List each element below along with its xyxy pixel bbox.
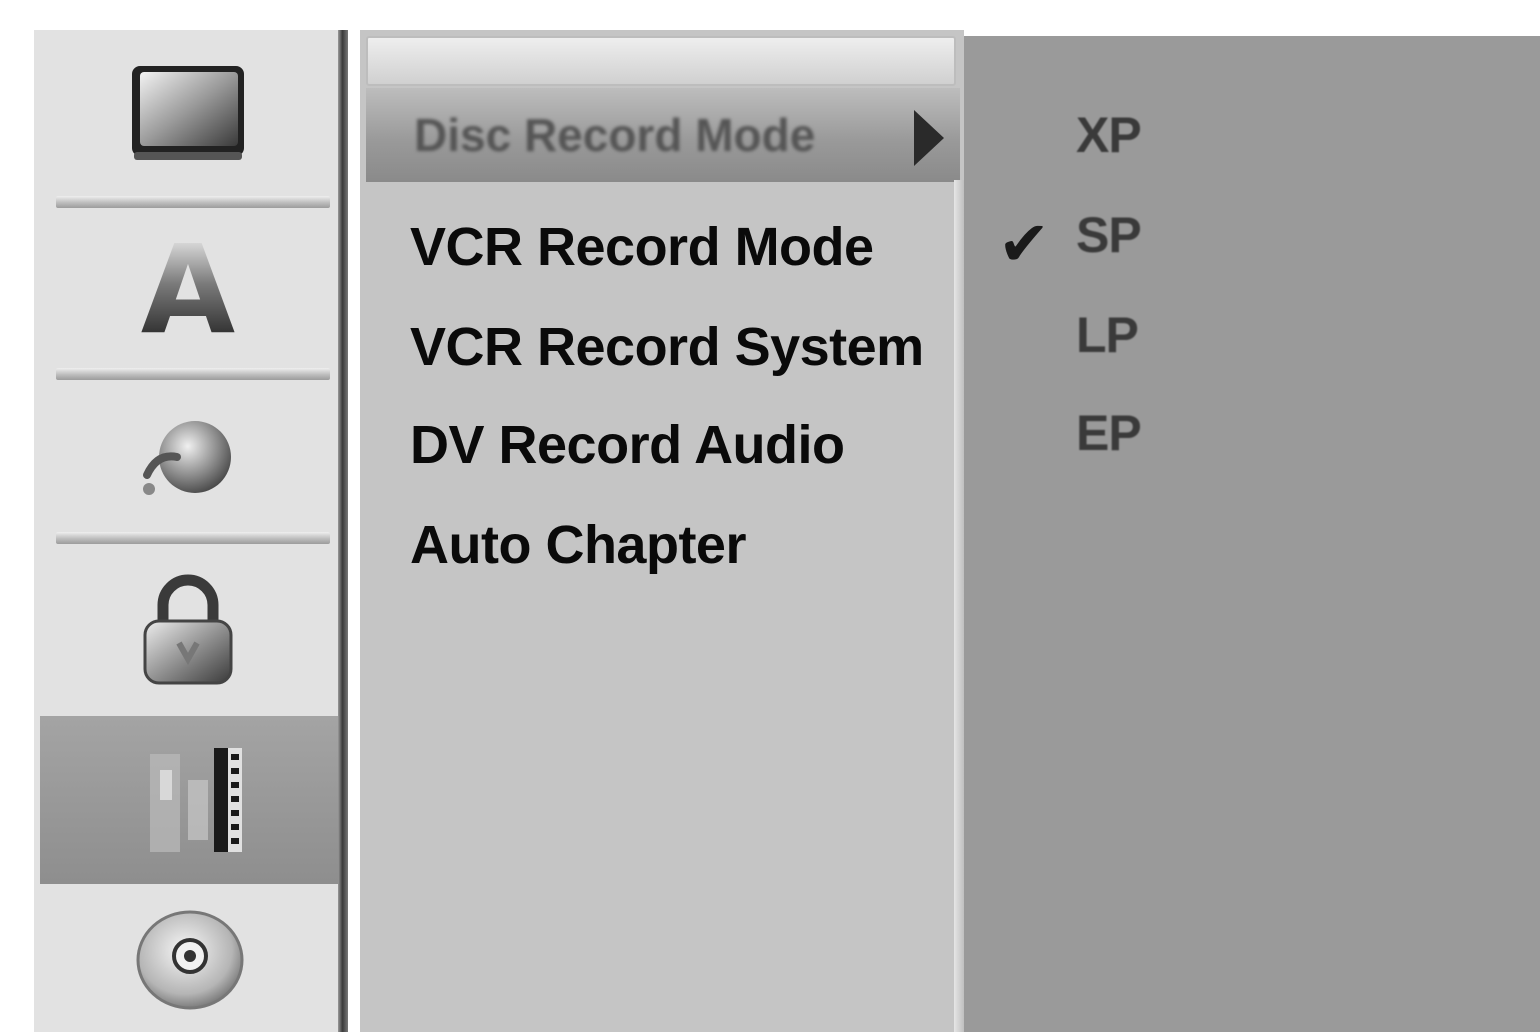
menu-item-dv-record-audio[interactable]: DV Record Audio [410,414,845,476]
setup-menu: Disc Record Mode VCR Record Mode VCR Rec… [360,30,964,1032]
sidebar: A [34,30,342,1032]
sidebar-border [338,30,348,1032]
option-sp[interactable]: SP [1076,206,1142,264]
check-icon: ✔ [998,210,1050,279]
menu-item-disc-record-mode[interactable]: Disc Record Mode [366,88,960,182]
sidebar-divider [56,368,330,380]
sidebar-divider [56,196,330,208]
menu-top-bar [366,36,956,86]
option-xp[interactable]: XP [1076,106,1142,164]
menu-item-vcr-record-mode[interactable]: VCR Record Mode [410,216,874,278]
options-panel: ✔ XP SP LP EP [964,36,1540,1032]
sidebar-item-display[interactable] [34,30,342,198]
sidebar-item-language[interactable]: A [34,210,342,370]
disc-icon [136,910,244,1010]
sound-sphere-icon [143,421,231,495]
sidebar-item-disc[interactable] [34,886,342,1032]
sidebar-item-recording[interactable] [40,716,342,884]
menu-item-vcr-record-system[interactable]: VCR Record System [410,316,924,378]
option-ep[interactable]: EP [1076,404,1142,462]
lock-icon [143,574,233,685]
letter-a-icon: A [140,219,236,361]
arrow-right-icon [914,110,944,166]
record-film-icon [150,748,242,852]
sidebar-item-lock[interactable] [34,546,342,716]
option-lp[interactable]: LP [1076,306,1139,364]
tv-screen-icon [132,66,244,160]
sidebar-item-audio[interactable] [34,382,342,532]
sidebar-divider [56,532,330,544]
menu-item-label: Disc Record Mode [414,109,816,161]
menu-item-auto-chapter[interactable]: Auto Chapter [410,514,746,576]
